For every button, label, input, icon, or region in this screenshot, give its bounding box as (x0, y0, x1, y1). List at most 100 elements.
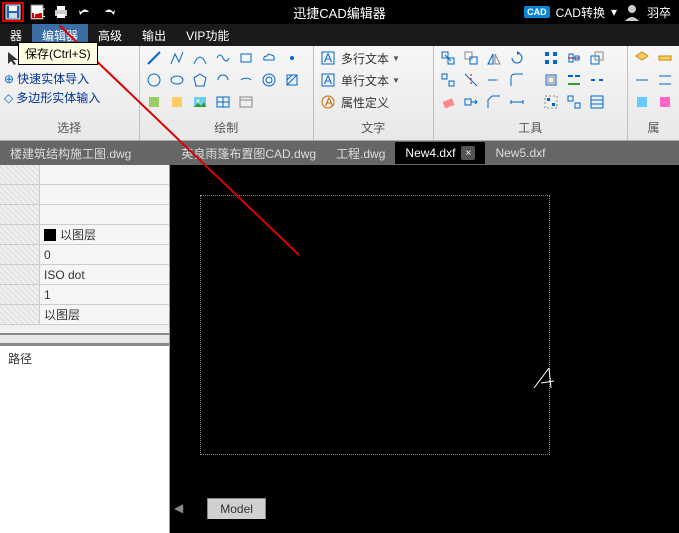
hatch-tool[interactable] (282, 70, 302, 90)
spline-tool[interactable] (213, 48, 233, 68)
cad-convert-button[interactable]: CAD转换 (556, 4, 605, 21)
menu-item-vip[interactable]: VIP功能 (176, 24, 239, 47)
image-tool[interactable] (190, 92, 210, 112)
rect-tool[interactable] (236, 48, 256, 68)
ribbon-label-draw: 绘制 (144, 117, 309, 138)
ellipsearc-tool[interactable] (236, 70, 256, 90)
rotate-tool[interactable] (507, 48, 527, 68)
chamfer-tool[interactable] (484, 92, 504, 112)
save-button[interactable] (2, 2, 24, 22)
file-tab-1[interactable]: 英良雨篷布置图CAD.dwg (171, 141, 326, 166)
properties-grid[interactable]: 以图层 0 ISO dot 1 以图层 (0, 165, 169, 335)
redo-icon (101, 4, 117, 20)
export-pdf-button[interactable]: PDF (26, 2, 48, 22)
field-tool[interactable] (236, 92, 256, 112)
menu-item-output[interactable]: 输出 (132, 24, 176, 47)
svg-text:A: A (324, 51, 332, 65)
layout-tabs: ◀ Model (170, 497, 266, 519)
prop-layer[interactable]: 0 (40, 245, 169, 264)
props-tool[interactable] (587, 92, 607, 112)
titlebar: PDF 迅捷CAD编辑器 CAD CAD转换 ▾ 羽卒 (0, 0, 679, 24)
fillet-tool[interactable] (507, 70, 527, 90)
path-label: 路径 (0, 346, 169, 371)
explode-tool[interactable] (438, 70, 458, 90)
measure-tool[interactable] (655, 48, 675, 68)
prop-lineweight[interactable]: 以图层 (40, 305, 169, 324)
cad-badge-icon: CAD (524, 6, 550, 18)
file-tabs: 楼建筑结构施工图.dwg 英良雨篷布置图CAD.dwg 工程.dwg New4.… (0, 141, 679, 165)
polyline-tool[interactable] (167, 48, 187, 68)
layer-tool[interactable] (632, 48, 652, 68)
file-tab-0[interactable]: 楼建筑结构施工图.dwg (0, 141, 141, 166)
stext-tool[interactable]: A (318, 70, 338, 90)
arc3-tool[interactable] (213, 70, 233, 90)
model-tab[interactable]: Model (207, 498, 266, 519)
cursor-mark-icon (529, 363, 559, 393)
svg-text:PDF: PDF (33, 6, 45, 20)
mirror-tool[interactable] (484, 48, 504, 68)
join-tool[interactable] (564, 70, 584, 90)
quick-import-link[interactable]: 快速实体导入 (17, 70, 89, 87)
break-tool[interactable] (587, 70, 607, 90)
dim2-tool[interactable] (655, 70, 675, 90)
line-tool[interactable] (144, 48, 164, 68)
copy-tool[interactable] (461, 48, 481, 68)
close-tab-icon[interactable]: × (461, 146, 475, 160)
scale-tool[interactable] (587, 48, 607, 68)
point-tool[interactable] (282, 48, 302, 68)
file-tab-4[interactable]: New5.dxf (485, 142, 555, 164)
poly-import-link[interactable]: 多边形实体输入 (16, 89, 100, 106)
ribbon-label-tool: 工具 (438, 117, 623, 138)
redo-button[interactable] (98, 2, 120, 22)
file-tab-3-active[interactable]: New4.dxf × (395, 142, 485, 164)
drawing-canvas[interactable] (170, 165, 679, 533)
array-tool[interactable] (541, 48, 561, 68)
username[interactable]: 羽卒 (647, 4, 671, 21)
erase-tool[interactable] (438, 92, 458, 112)
prop-linetype[interactable]: ISO dot (40, 265, 169, 284)
insert-tool[interactable] (167, 92, 187, 112)
mtext-dropdown-icon[interactable]: ▼ (392, 54, 400, 63)
cloud-tool[interactable] (259, 48, 279, 68)
dim-tool[interactable] (632, 70, 652, 90)
file-tab-2[interactable]: 工程.dwg (326, 141, 395, 166)
group-tool[interactable] (541, 92, 561, 112)
print-icon (53, 4, 69, 20)
ungroup-tool[interactable] (564, 92, 584, 112)
poly-import-icon[interactable]: ◇ (4, 91, 13, 105)
prop-bylayer[interactable]: 以图层 (60, 226, 96, 243)
circle-tool[interactable] (144, 70, 164, 90)
style-tool[interactable] (632, 92, 652, 112)
ring-tool[interactable] (259, 70, 279, 90)
dropdown-icon[interactable]: ▾ (611, 5, 617, 19)
align-tool[interactable] (564, 48, 584, 68)
arc-tool[interactable] (190, 48, 210, 68)
move-tool[interactable] (438, 48, 458, 68)
block-tool[interactable] (144, 92, 164, 112)
extend-tool[interactable] (484, 70, 504, 90)
lengthen-tool[interactable] (507, 92, 527, 112)
trim-tool[interactable] (461, 70, 481, 90)
stext-label[interactable]: 单行文本 (341, 72, 389, 89)
ellipse-tool[interactable] (167, 70, 187, 90)
tab-nav-left-icon[interactable]: ◀ (170, 501, 187, 515)
undo-icon (77, 4, 93, 20)
attr-label[interactable]: 属性定义 (341, 94, 389, 111)
stext-dropdown-icon[interactable]: ▼ (392, 76, 400, 85)
quick-import-icon[interactable]: ⊕ (4, 72, 14, 86)
ribbon-group-text: A 多行文本 ▼ A 单行文本 ▼ A 属性定义 文字 (314, 46, 434, 140)
mtext-tool[interactable]: A (318, 48, 338, 68)
attr-tool[interactable]: A (318, 92, 338, 112)
mtext-label[interactable]: 多行文本 (341, 50, 389, 67)
avatar-icon[interactable] (623, 3, 641, 21)
table-tool[interactable] (213, 92, 233, 112)
prop-scale[interactable]: 1 (40, 285, 169, 304)
polygon-tool[interactable] (190, 70, 210, 90)
color-tool[interactable] (655, 92, 675, 112)
menubar: 器 编辑器 高级 输出 VIP功能 (0, 24, 679, 46)
stretch-tool[interactable] (461, 92, 481, 112)
file-tab-3-label: New4.dxf (405, 146, 455, 160)
print-button[interactable] (50, 2, 72, 22)
undo-button[interactable] (74, 2, 96, 22)
offset-tool[interactable] (541, 70, 561, 90)
